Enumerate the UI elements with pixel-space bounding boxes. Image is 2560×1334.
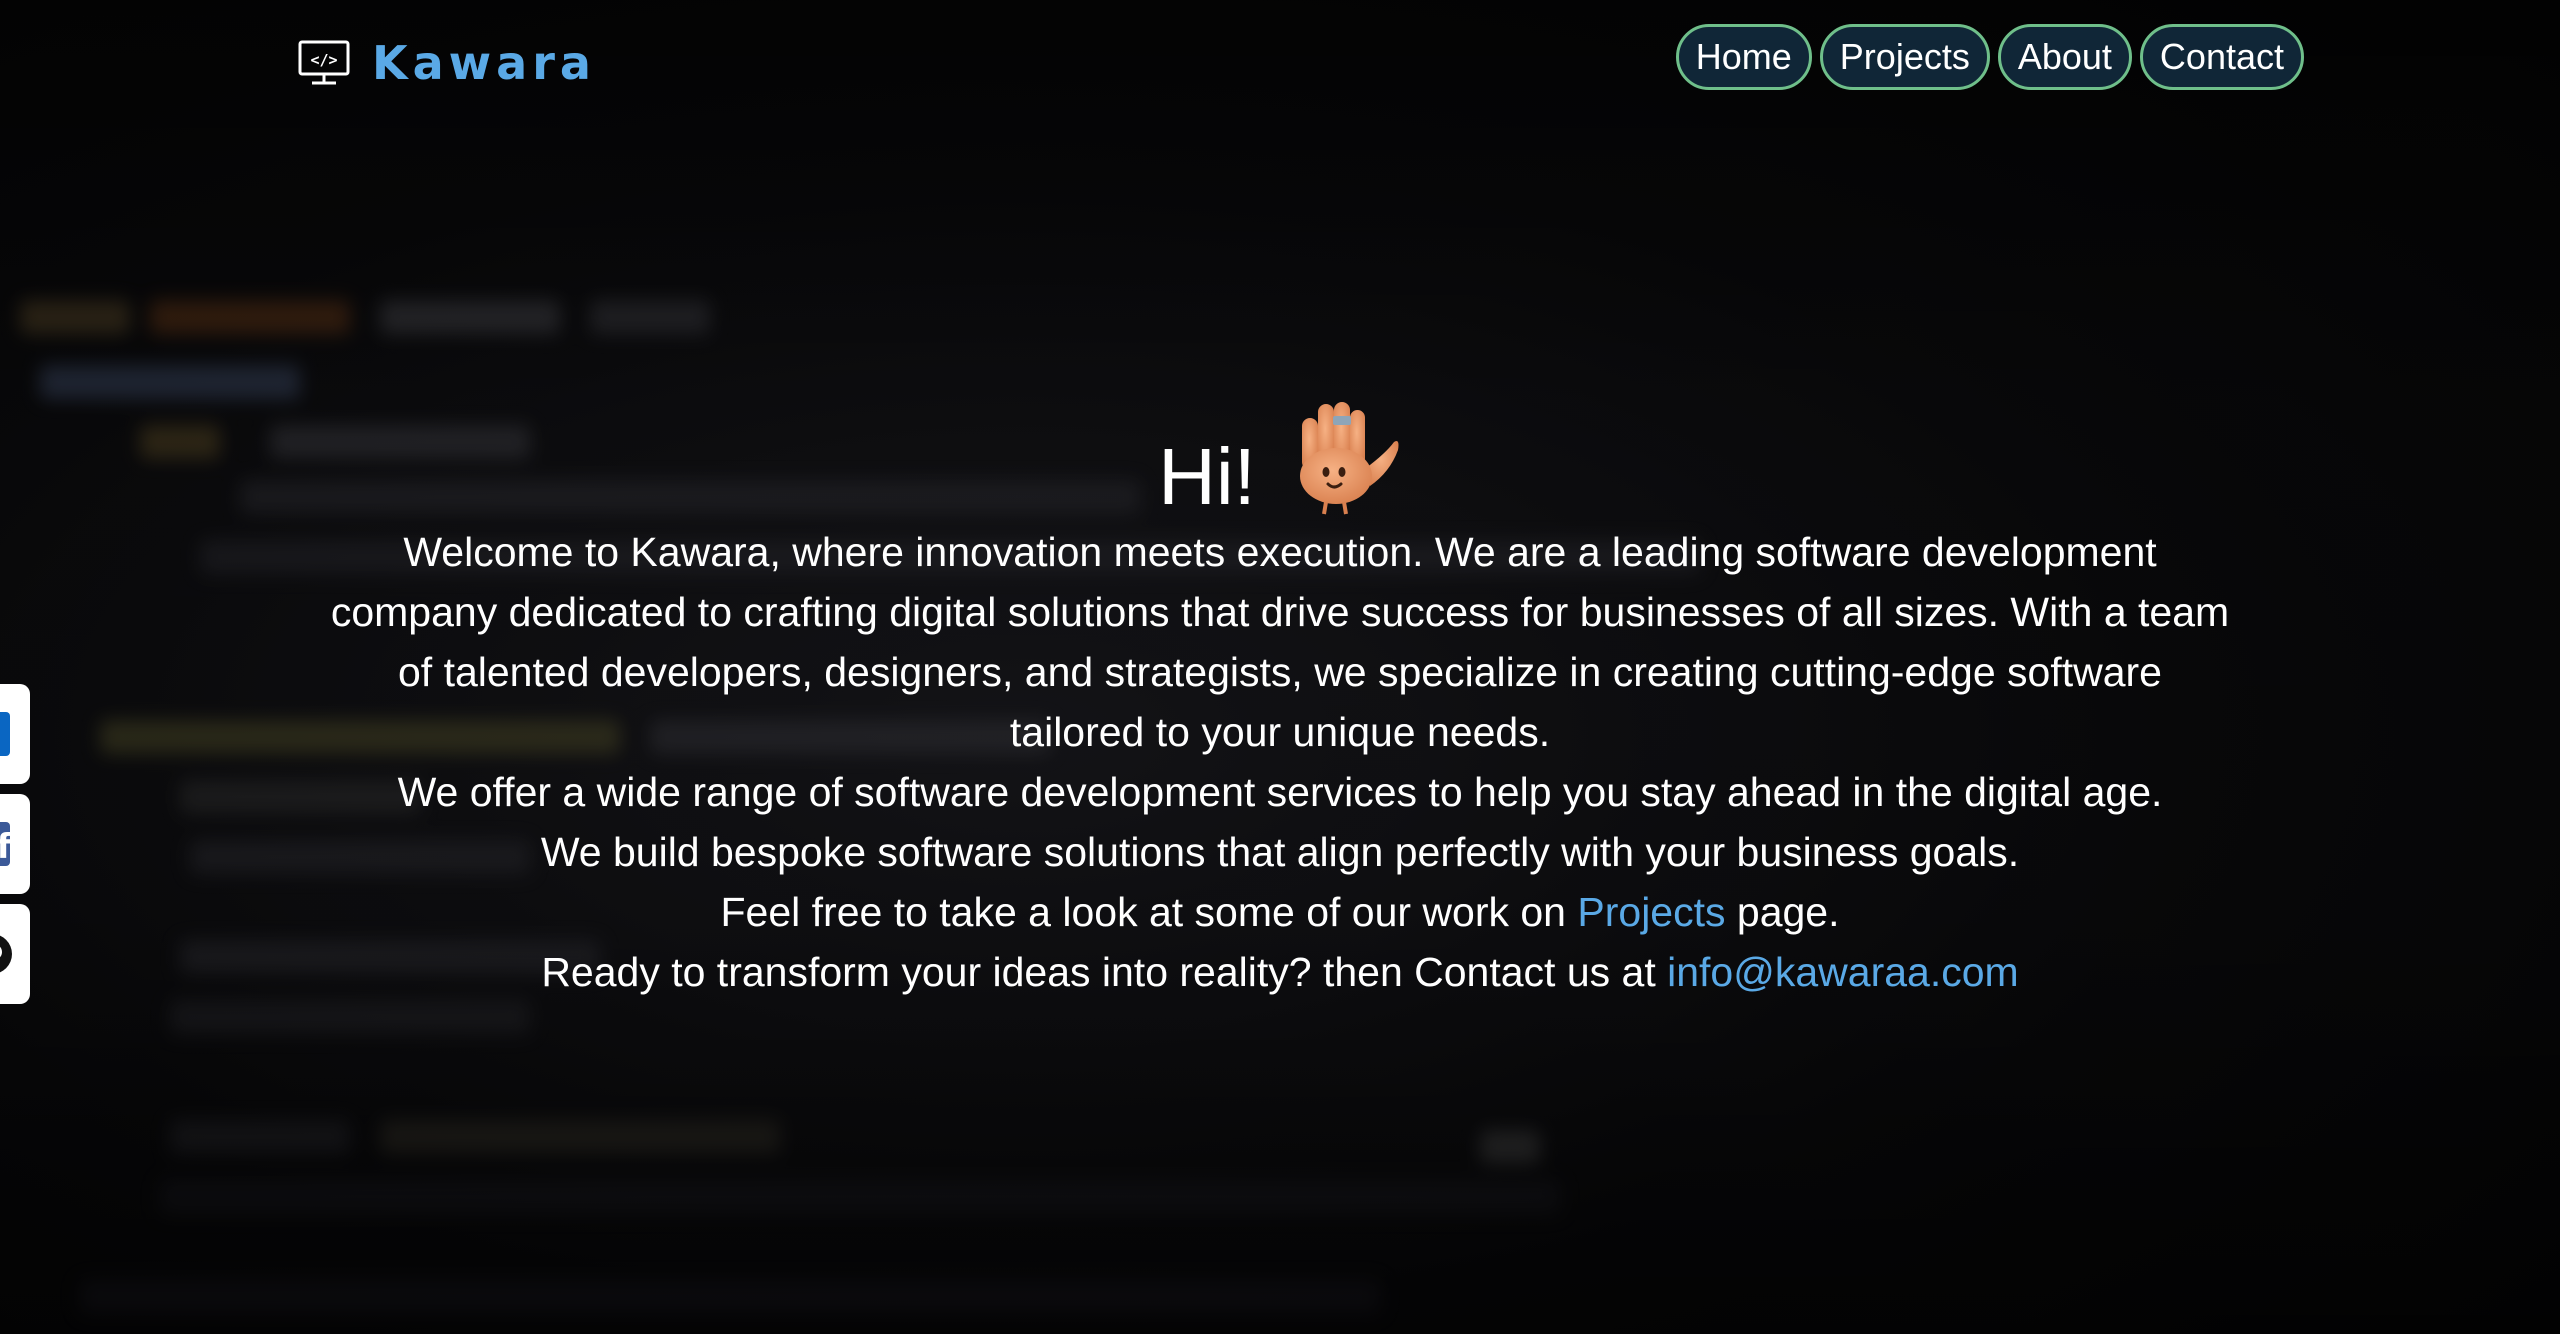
bespoke-paragraph: We build bespoke software solutions that… [540,829,2020,875]
contact-text-before: Ready to transform your ideas into reali… [541,949,1668,995]
facebook-icon: f [0,822,13,866]
nav-projects-button[interactable]: Projects [1819,24,1990,90]
monitor-code-icon: </> [298,40,350,85]
linkedin-icon [0,712,10,756]
projects-link[interactable]: Projects [1577,889,1725,935]
projects-text-before: Feel free to take a look at some of our … [720,889,1578,935]
linkedin-link[interactable] [0,684,30,784]
facebook-link[interactable]: f [0,794,30,894]
github-icon [0,935,12,973]
logo-text: Kawara [372,36,596,90]
site-logo[interactable]: </> Kawara [298,36,596,90]
services-paragraph: We offer a wide range of software develo… [397,769,2163,815]
main-nav: Home Projects About Contact [1675,24,2304,90]
projects-text-after: page. [1725,889,1840,935]
contact-paragraph: Ready to transform your ideas into reali… [280,942,2280,1002]
waving-hand-icon [1299,402,1399,515]
hero-title-row: Hi! [280,390,2280,522]
projects-paragraph: Feel free to take a look at some of our … [280,882,2280,942]
intro-paragraph: Welcome to Kawara, where innovation meet… [330,529,2230,755]
github-link[interactable] [0,904,30,1004]
svg-text:</>: </> [310,51,337,69]
nav-about-button[interactable]: About [1997,24,2132,90]
hero-title: Hi! [1158,432,1256,521]
contact-email-link[interactable]: info@kawaraa.com [1667,949,2019,995]
hero-section: Hi! Welcome to Kawara, where innovation … [280,390,2280,1002]
svg-text:f: f [0,827,13,866]
nav-contact-button[interactable]: Contact [2139,24,2304,90]
nav-home-button[interactable]: Home [1675,24,1812,90]
page: </> Kawara Home Projects About Contact H… [0,0,2560,1334]
